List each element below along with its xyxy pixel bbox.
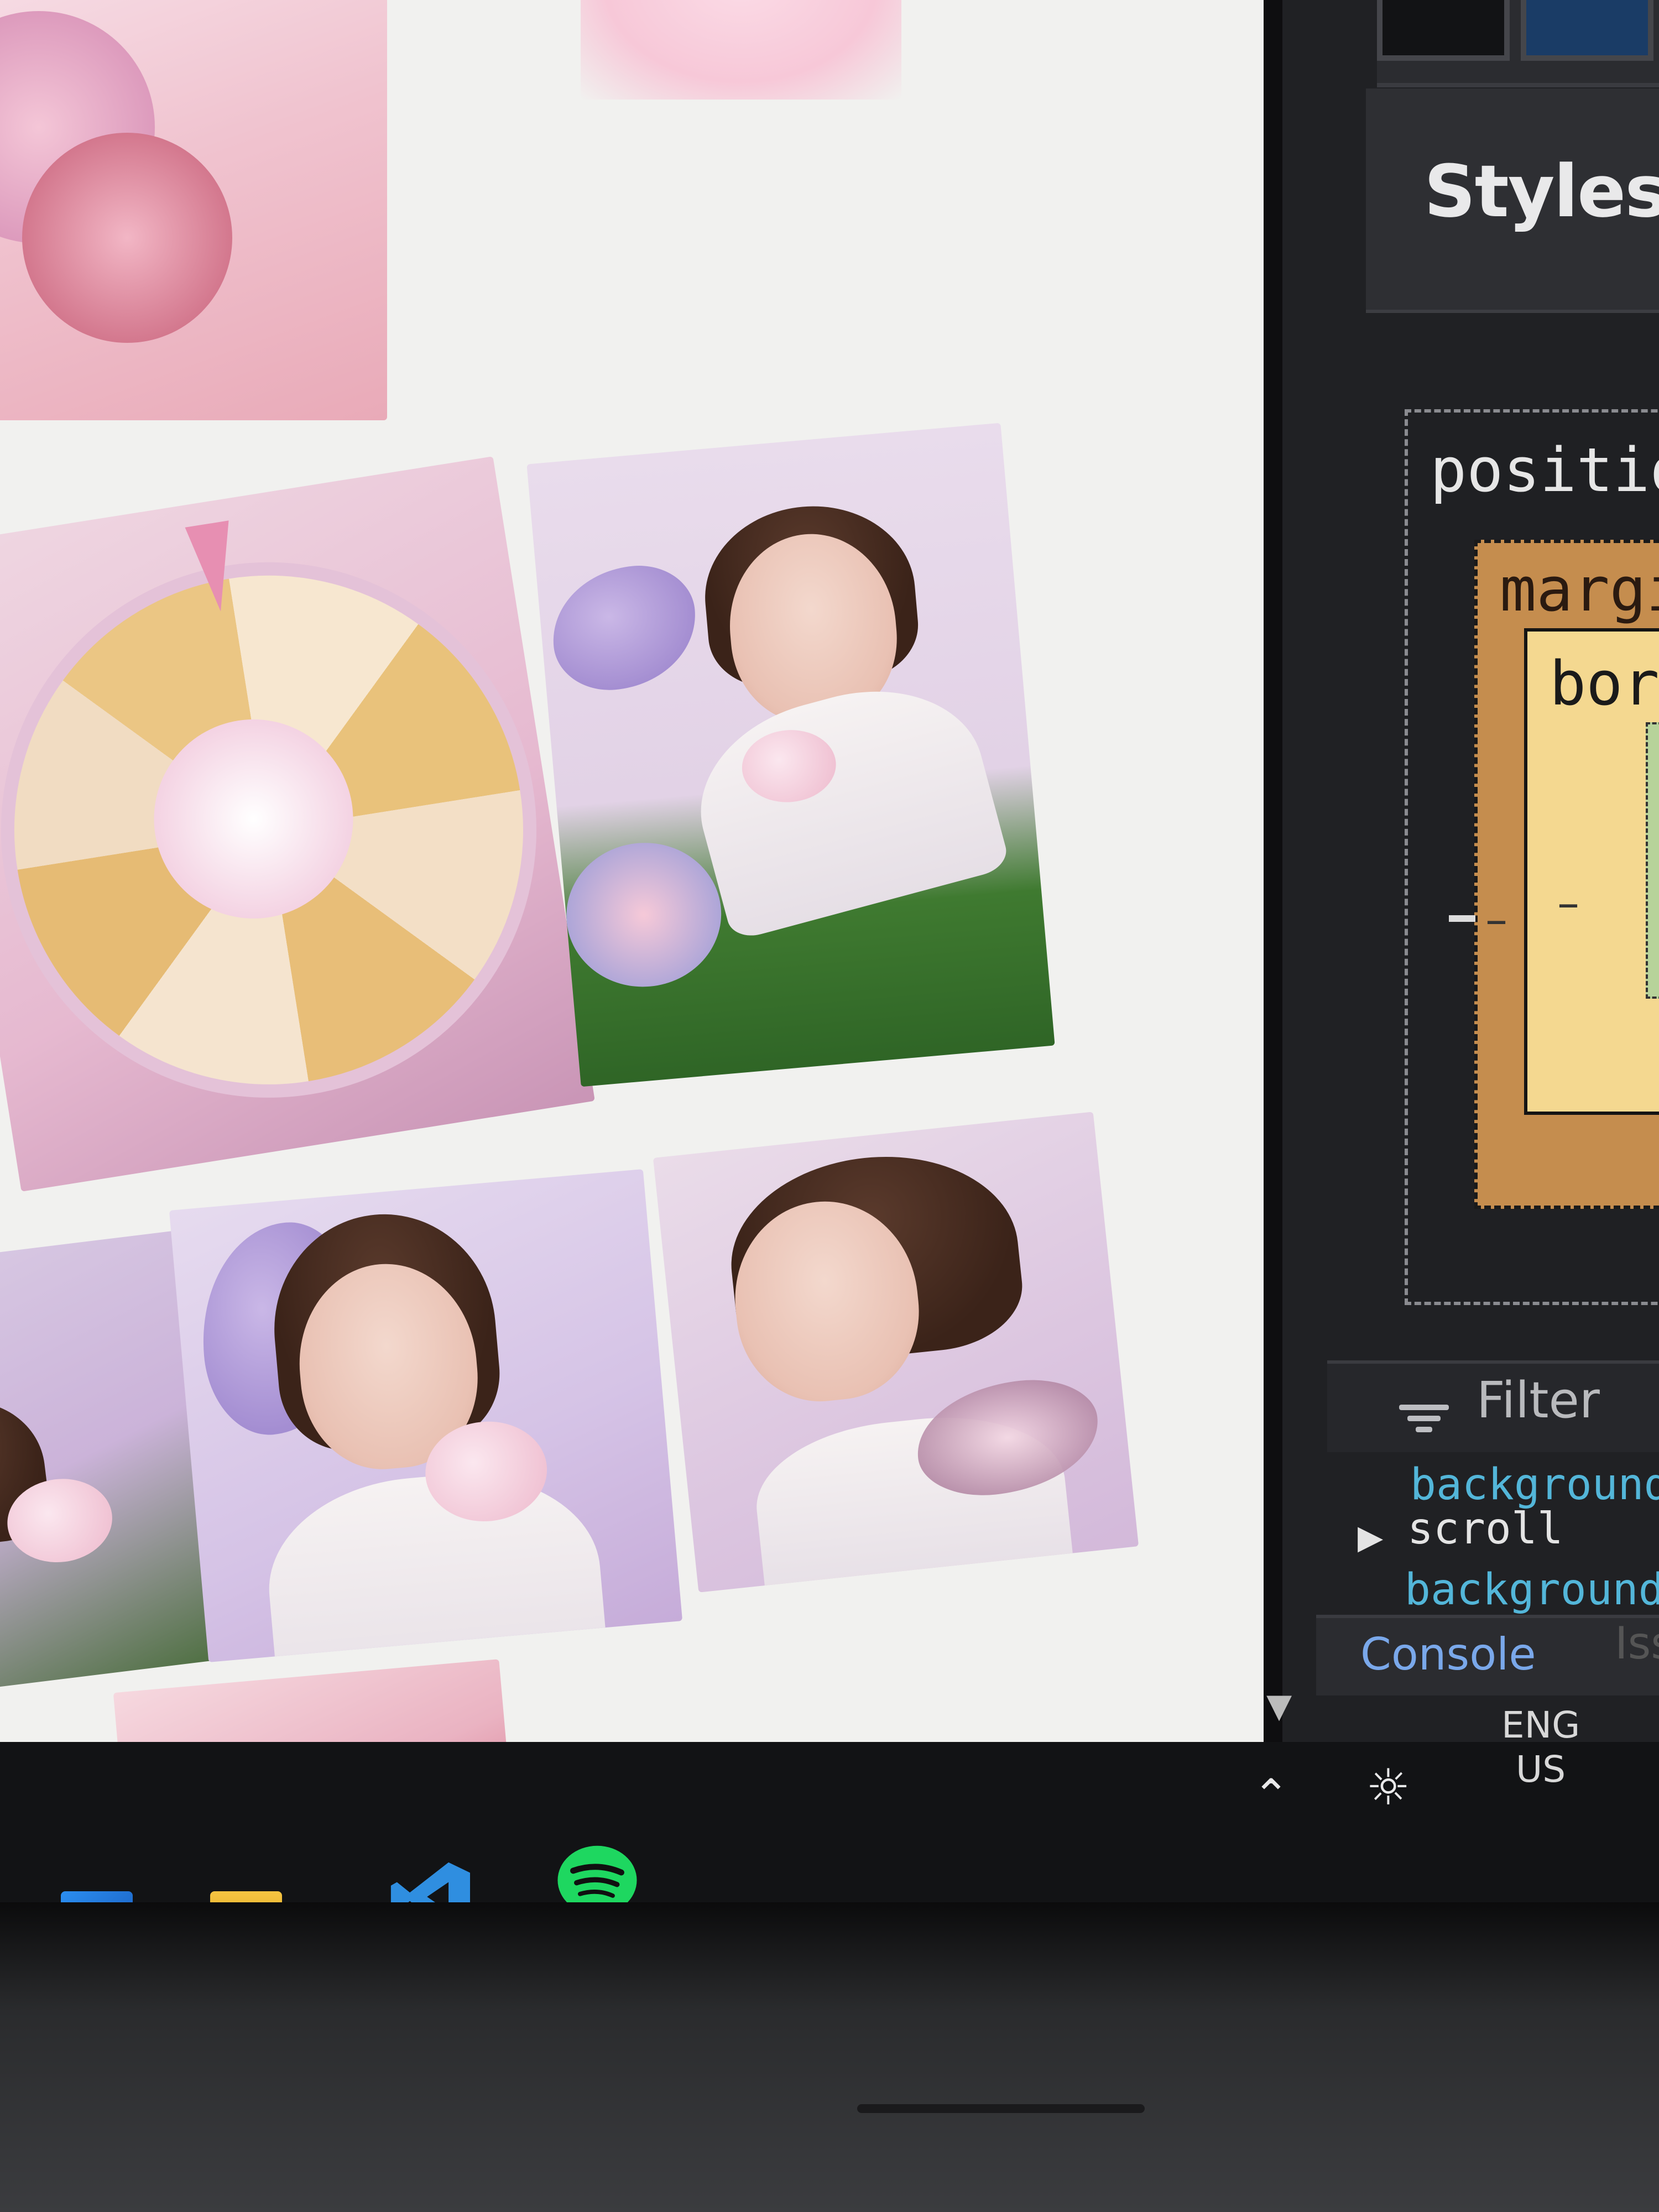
box-model-border[interactable]: border [1524, 628, 1659, 1115]
css-property[interactable]: background [1405, 1565, 1659, 1615]
box-model-position-label: position [1430, 435, 1659, 505]
web-page-viewport[interactable] [0, 0, 1264, 1770]
gallery-tile-compact-floral[interactable] [0, 0, 387, 420]
model-dress-image [679, 664, 1011, 942]
expand-caret-icon[interactable]: ▶ [1358, 1518, 1383, 1557]
spotify-icon[interactable] [553, 1841, 637, 1915]
devtools-toolbar [1377, 0, 1659, 87]
filter-icon [1399, 1405, 1449, 1438]
flower-image [560, 836, 727, 993]
region-code: US [1516, 1748, 1566, 1791]
gallery-tile-model-butterfly[interactable] [653, 1112, 1139, 1593]
console-tab[interactable]: Console [1360, 1629, 1536, 1680]
css-value[interactable]: scroll [1407, 1504, 1563, 1554]
butterfly-icon [911, 1373, 1104, 1503]
styles-filter-input[interactable]: Filter [1477, 1371, 1600, 1430]
flower-image [22, 133, 232, 343]
devtools-toolbar-button[interactable] [1521, 0, 1653, 61]
gallery-tile-model-grass[interactable] [526, 422, 1055, 1087]
network-icon[interactable]: ☼ [1366, 1759, 1411, 1817]
laptop-bezel [0, 1902, 1659, 2212]
issues-tab[interactable]: Issues [1615, 1618, 1659, 1669]
language-indicator[interactable]: ENG US [1501, 1703, 1580, 1792]
gallery-tile-cushion-gradient[interactable] [581, 0, 901, 100]
devtools-toolbar-button[interactable] [1377, 0, 1510, 61]
css-property[interactable]: background [1410, 1460, 1659, 1510]
box-model-border-value[interactable]: – [1557, 877, 1579, 928]
laptop-hinge [857, 2104, 1145, 2113]
tray-overflow-chevron-icon[interactable]: ⌃ [1253, 1770, 1290, 1821]
box-model-margin-value[interactable]: – [1485, 894, 1507, 945]
styles-tab[interactable]: Styles [1424, 149, 1659, 233]
language-code: ENG [1501, 1704, 1580, 1746]
box-model-margin-label: margin [1500, 554, 1659, 625]
box-model-content[interactable] [1646, 722, 1659, 999]
monitor-screen: Styles position margin border – – Filter… [0, 0, 1659, 1902]
gallery-tile-model-compact[interactable] [169, 1169, 683, 1662]
box-model-position-value [1449, 915, 1475, 922]
scroll-down-arrow-icon[interactable]: ▼ [1266, 1687, 1292, 1725]
box-model-border-label: border [1550, 648, 1659, 719]
box-model-diagram: position margin border – – [1405, 409, 1659, 1305]
gallery-tile-roulette-wheel[interactable] [0, 456, 595, 1192]
butterfly-icon [547, 561, 701, 695]
vs-code-icon[interactable] [387, 1858, 470, 1932]
